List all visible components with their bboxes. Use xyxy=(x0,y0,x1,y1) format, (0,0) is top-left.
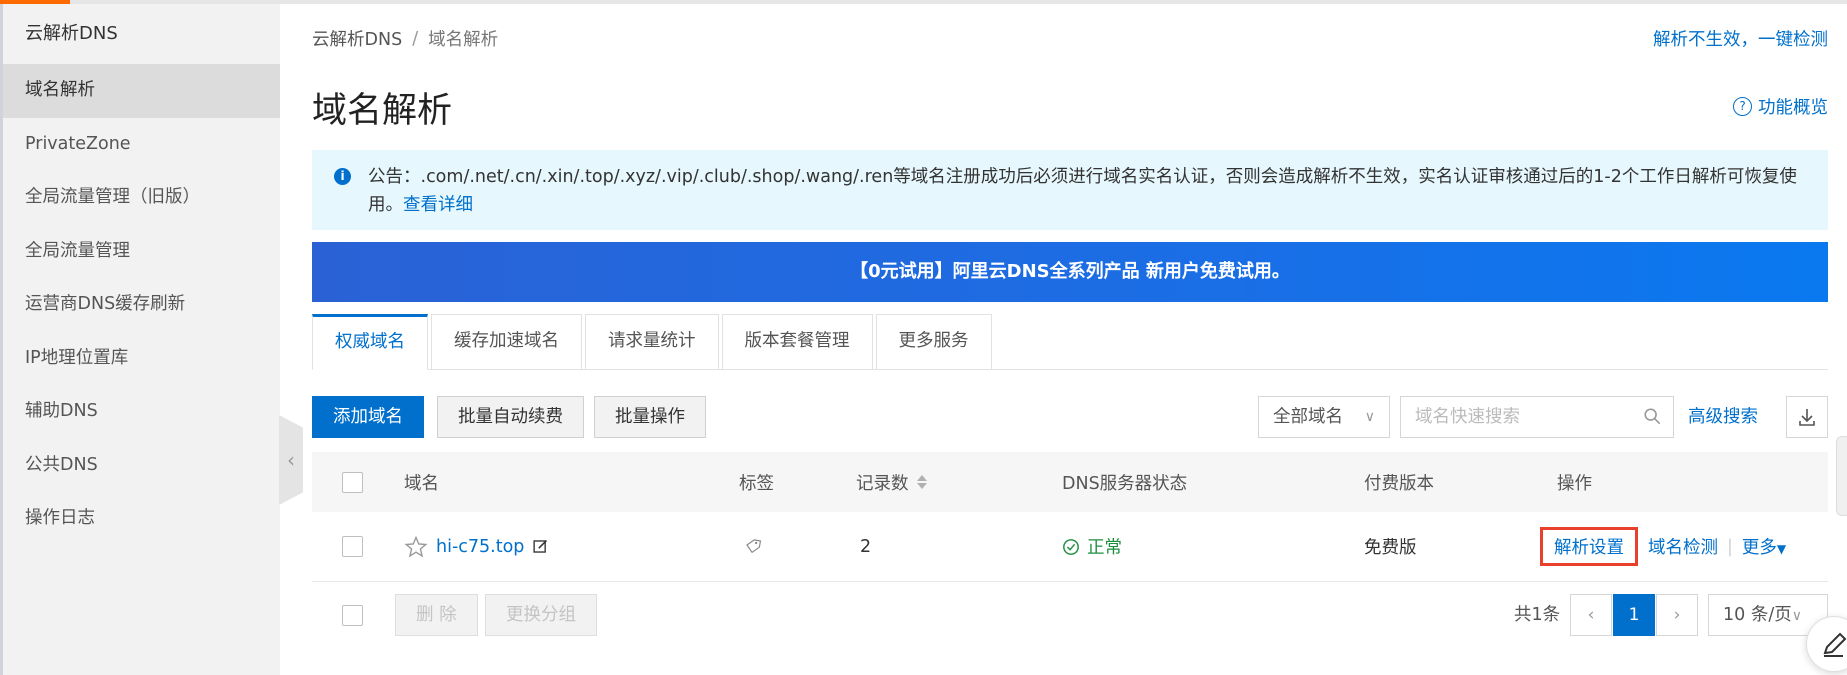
next-page-button[interactable]: › xyxy=(1656,594,1698,636)
action-separator: | xyxy=(1727,536,1733,557)
domain-search-box[interactable] xyxy=(1400,396,1674,438)
footer-select-all-checkbox[interactable] xyxy=(342,604,363,626)
edition-value: 免费版 xyxy=(1364,538,1417,558)
star-icon[interactable] xyxy=(404,535,428,559)
tab-authoritative-domains[interactable]: 权威域名 xyxy=(312,314,428,370)
dns-status: 正常 xyxy=(1062,534,1122,559)
column-header-actions: 操作 xyxy=(1557,473,1592,494)
edit-icon[interactable] xyxy=(532,538,549,555)
more-actions-dropdown[interactable]: 更多▼ xyxy=(1742,534,1786,559)
page-size-value: 10 条/页 xyxy=(1723,605,1792,625)
domain-name-link[interactable]: hi-c75.top xyxy=(436,537,524,557)
check-circle-icon xyxy=(1063,538,1079,555)
info-icon: i xyxy=(334,168,351,185)
table-header: 域名 标签 记录数 DNS服务器状态 付费版本 操作 xyxy=(312,452,1828,512)
dns-settings-link[interactable]: 解析设置 xyxy=(1540,527,1638,566)
breadcrumb-root[interactable]: 云解析DNS xyxy=(312,26,402,51)
tab-plan-management[interactable]: 版本套餐管理 xyxy=(721,314,873,370)
sidebar-item-isp-cache-refresh[interactable]: 运营商DNS缓存刷新 xyxy=(3,278,280,332)
tab-request-statistics[interactable]: 请求量统计 xyxy=(585,314,719,370)
page-title: 域名解析 xyxy=(312,91,453,131)
column-header-records[interactable]: 记录数 xyxy=(856,452,927,512)
feature-overview-link[interactable]: ? 功能概览 xyxy=(1733,94,1828,119)
chevron-left-icon: ‹ xyxy=(287,448,295,472)
breadcrumb-separator: / xyxy=(412,28,419,49)
table-footer: 删 除 更换分组 共1条 ‹ 1 › 10 条/页∨ xyxy=(312,594,1828,638)
export-button[interactable] xyxy=(1786,396,1828,438)
breadcrumb: 云解析DNS / 域名解析 xyxy=(312,26,498,51)
table-row: hi-c75.top 2 正常 免费版 解析设置 域名检测 | 更多▼ xyxy=(312,512,1828,582)
dns-status-label: 正常 xyxy=(1087,538,1122,558)
delete-button[interactable]: 删 除 xyxy=(395,594,478,636)
promo-banner[interactable]: 【0元试用】阿里云DNS全系列产品 新用户免费试用。 xyxy=(312,242,1828,302)
sidebar-collapse-handle[interactable]: ‹ xyxy=(279,415,303,505)
change-group-button[interactable]: 更换分组 xyxy=(485,594,597,636)
select-all-checkbox[interactable] xyxy=(342,471,363,493)
side-panel-handle[interactable] xyxy=(1836,436,1847,516)
sidebar-item-gtm[interactable]: 全局流量管理 xyxy=(3,225,280,279)
domain-search-input[interactable] xyxy=(1401,397,1621,437)
sidebar-item-operation-log[interactable]: 操作日志 xyxy=(3,492,280,546)
sidebar-item-privatezone[interactable]: PrivateZone xyxy=(3,118,280,172)
sidebar-item-domain-resolution[interactable]: 域名解析 xyxy=(3,64,280,118)
pencil-icon xyxy=(1823,632,1847,657)
sidebar: 云解析DNS 域名解析 PrivateZone 全局流量管理（旧版） 全局流量管… xyxy=(0,4,280,675)
page-1-button[interactable]: 1 xyxy=(1613,594,1655,636)
feedback-floating-button[interactable] xyxy=(1806,616,1847,672)
sidebar-title[interactable]: 云解析DNS xyxy=(3,4,280,64)
main-content: 云解析DNS / 域名解析 解析不生效，一键检测 域名解析 ? 功能概览 i 公… xyxy=(312,4,1828,675)
chevron-down-icon: ∨ xyxy=(1364,409,1375,425)
download-icon xyxy=(1799,409,1815,426)
column-header-tag: 标签 xyxy=(739,473,774,494)
tab-cache-accelerated-domains[interactable]: 缓存加速域名 xyxy=(431,314,582,370)
record-count[interactable]: 2 xyxy=(860,512,871,581)
column-header-domain: 域名 xyxy=(404,473,439,494)
tab-bar: 权威域名 缓存加速域名 请求量统计 版本套餐管理 更多服务 xyxy=(312,314,1828,370)
feature-overview-label: 功能概览 xyxy=(1758,98,1828,118)
column-header-dns-status: DNS服务器状态 xyxy=(1062,473,1188,494)
question-icon: ? xyxy=(1733,97,1752,116)
sidebar-item-gtm-legacy[interactable]: 全局流量管理（旧版） xyxy=(3,171,280,225)
tab-more-services[interactable]: 更多服务 xyxy=(875,314,992,370)
add-domain-button[interactable]: 添加域名 xyxy=(312,396,424,438)
sort-icon[interactable] xyxy=(916,474,927,490)
sidebar-item-public-dns[interactable]: 公共DNS xyxy=(3,439,280,493)
more-actions-label: 更多 xyxy=(1741,538,1777,558)
tag-icon[interactable] xyxy=(744,538,762,556)
chevron-down-icon: ∨ xyxy=(1791,608,1802,624)
total-count: 共1条 xyxy=(1514,605,1561,625)
row-checkbox[interactable] xyxy=(342,536,363,557)
notice-text: 公告：.com/.net/.cn/.xin/.top/.xyz/.vip/.cl… xyxy=(368,167,1797,215)
notice-details-link[interactable]: 查看详细 xyxy=(403,195,473,215)
sidebar-item-ip-geo[interactable]: IP地理位置库 xyxy=(3,332,280,386)
domain-filter-value: 全部域名 xyxy=(1273,407,1343,427)
batch-auto-renew-button[interactable]: 批量自动续费 xyxy=(437,396,584,438)
chevron-right-icon: › xyxy=(1673,605,1681,625)
chevron-left-icon: ‹ xyxy=(1587,605,1595,625)
toolbar: 添加域名 批量自动续费 批量操作 全部域名 ∨ 高级搜索 xyxy=(312,396,1828,438)
domain-filter-select[interactable]: 全部域名 ∨ xyxy=(1258,396,1390,438)
sidebar-item-secondary-dns[interactable]: 辅助DNS xyxy=(3,385,280,439)
notice-banner: i 公告：.com/.net/.cn/.xin/.top/.xyz/.vip/.… xyxy=(312,150,1828,230)
batch-operation-button[interactable]: 批量操作 xyxy=(594,396,706,438)
column-header-edition: 付费版本 xyxy=(1364,473,1434,494)
column-header-records-label: 记录数 xyxy=(856,473,909,494)
one-click-check-link[interactable]: 解析不生效，一键检测 xyxy=(1653,26,1828,51)
search-icon[interactable] xyxy=(1643,407,1661,425)
advanced-search-link[interactable]: 高级搜索 xyxy=(1688,396,1758,438)
caret-down-icon: ▼ xyxy=(1776,542,1787,556)
breadcrumb-current: 域名解析 xyxy=(428,30,499,50)
prev-page-button[interactable]: ‹ xyxy=(1570,594,1612,636)
domain-check-link[interactable]: 域名检测 xyxy=(1648,534,1718,559)
